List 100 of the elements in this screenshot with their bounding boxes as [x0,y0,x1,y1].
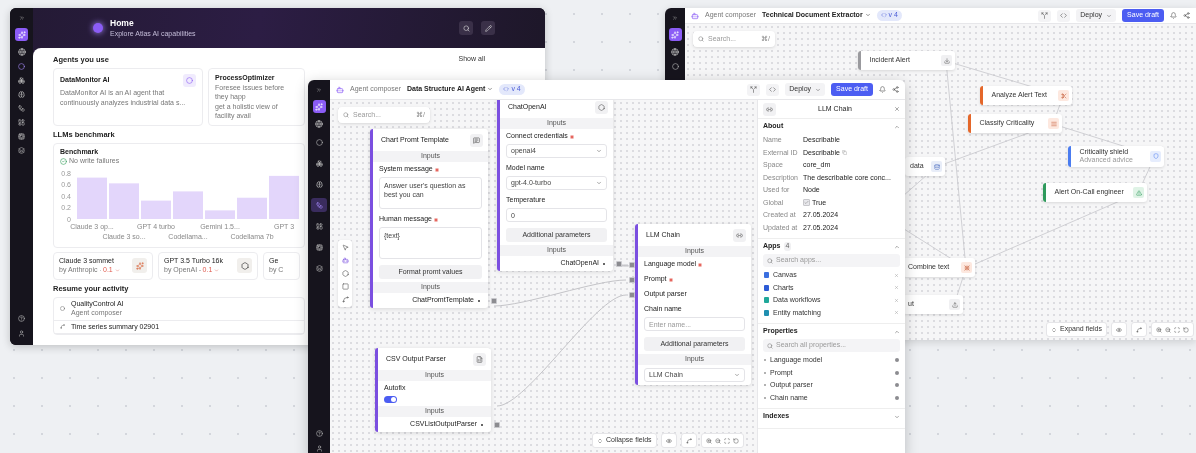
input-port[interactable] [629,291,635,298]
help-icon[interactable] [18,315,25,322]
chart-bar [269,175,299,219]
zoom-in-icon[interactable] [705,437,712,444]
line-icon [1136,326,1142,333]
search-icon [767,257,773,264]
nav-icon [315,138,323,146]
dot-icon [60,306,65,312]
toggle-switch[interactable] [384,396,397,403]
expand-icon [1050,326,1057,333]
connector-button[interactable] [680,433,697,448]
caret-icon [864,12,871,19]
eye-button[interactable] [1111,322,1127,337]
eye-icon [665,437,672,444]
copy-icon[interactable] [841,150,847,156]
share-icon[interactable] [892,86,899,93]
chevron-icon[interactable] [894,413,900,420]
agent-icon [691,11,699,20]
nav-icon[interactable] [18,105,25,112]
line-icon [685,437,692,444]
bell-icon[interactable] [879,86,886,93]
zoom-out-icon[interactable] [714,437,721,444]
close-icon[interactable] [894,106,900,112]
nav-icon[interactable] [18,147,25,154]
nav-icon[interactable] [18,77,25,84]
zoom-in-icon[interactable] [1156,326,1162,333]
bell-icon[interactable] [1170,12,1177,19]
caret-icon [114,267,120,273]
chart-bar [77,177,107,219]
code-icon [503,86,510,93]
pointer-icon[interactable] [341,244,349,251]
nav-icon [315,264,323,272]
chevron-icon[interactable] [894,243,900,250]
input-port[interactable] [629,261,635,268]
eye-button[interactable] [660,433,677,448]
expand-icon[interactable] [672,15,678,21]
remove-icon[interactable] [894,285,899,291]
remove-icon[interactable] [894,297,899,303]
chart-bar [109,183,139,219]
hexagon-icon[interactable] [341,270,349,277]
code-button[interactable] [1057,9,1071,22]
caret-icon [815,86,822,93]
output-port[interactable] [491,297,497,304]
chevron-icon[interactable] [894,328,900,335]
code-icon [769,86,777,93]
help-icon[interactable] [315,430,323,437]
branch-icon [1041,12,1049,19]
output-port[interactable] [494,421,500,428]
caret-icon [596,180,602,186]
zoom-out-icon[interactable] [1165,326,1171,333]
caret-icon [734,372,740,378]
fit-view-icon[interactable] [723,437,730,444]
input-port[interactable] [629,276,635,283]
agent-icon[interactable] [341,257,349,264]
eye-icon [1116,326,1122,333]
branch-button[interactable] [747,83,761,96]
nav-button[interactable] [311,198,327,212]
output-port[interactable] [616,260,622,267]
chart-bar [237,197,267,219]
share-icon[interactable] [1183,12,1190,19]
expand-icon[interactable] [18,15,25,21]
chart-bar [173,191,203,219]
reset-icon[interactable] [732,437,739,444]
nav-icon [315,243,323,251]
nav-icon[interactable] [18,119,25,126]
chart-bar [205,210,235,219]
nav-icon [315,159,323,167]
remove-icon[interactable] [894,272,899,278]
nav-icon [315,180,323,188]
code-button[interactable] [766,83,780,96]
caret-icon [487,86,494,93]
globe-icon[interactable] [17,48,26,56]
user-icon[interactable] [315,445,323,452]
fit-view-icon[interactable] [1174,326,1180,333]
nav-icon[interactable] [18,91,25,98]
expand-icon[interactable] [316,87,322,93]
search-button[interactable] [459,21,473,35]
check-icon [804,200,809,206]
page-title: Home [110,17,135,28]
branch-icon [750,86,758,93]
branch-button[interactable] [1038,9,1052,22]
edit-button[interactable] [481,21,495,35]
search-icon [343,112,349,118]
user-icon[interactable] [18,330,25,337]
nav-icon [315,222,323,230]
search-icon [462,24,470,32]
agent-icon [336,85,344,94]
line-icon [60,324,65,330]
globe-icon[interactable] [315,120,323,128]
chevron-icon[interactable] [894,123,900,130]
reset-icon[interactable] [1183,326,1189,333]
globe-icon[interactable] [671,48,679,56]
home-orb-icon [93,23,103,33]
caret-icon [214,267,220,273]
connector-button[interactable] [1131,322,1147,337]
remove-icon[interactable] [894,310,899,316]
line-icon[interactable] [341,296,349,303]
nav-icon[interactable] [18,133,25,140]
hexagon-icon [240,261,249,270]
checkbox[interactable] [803,199,810,207]
